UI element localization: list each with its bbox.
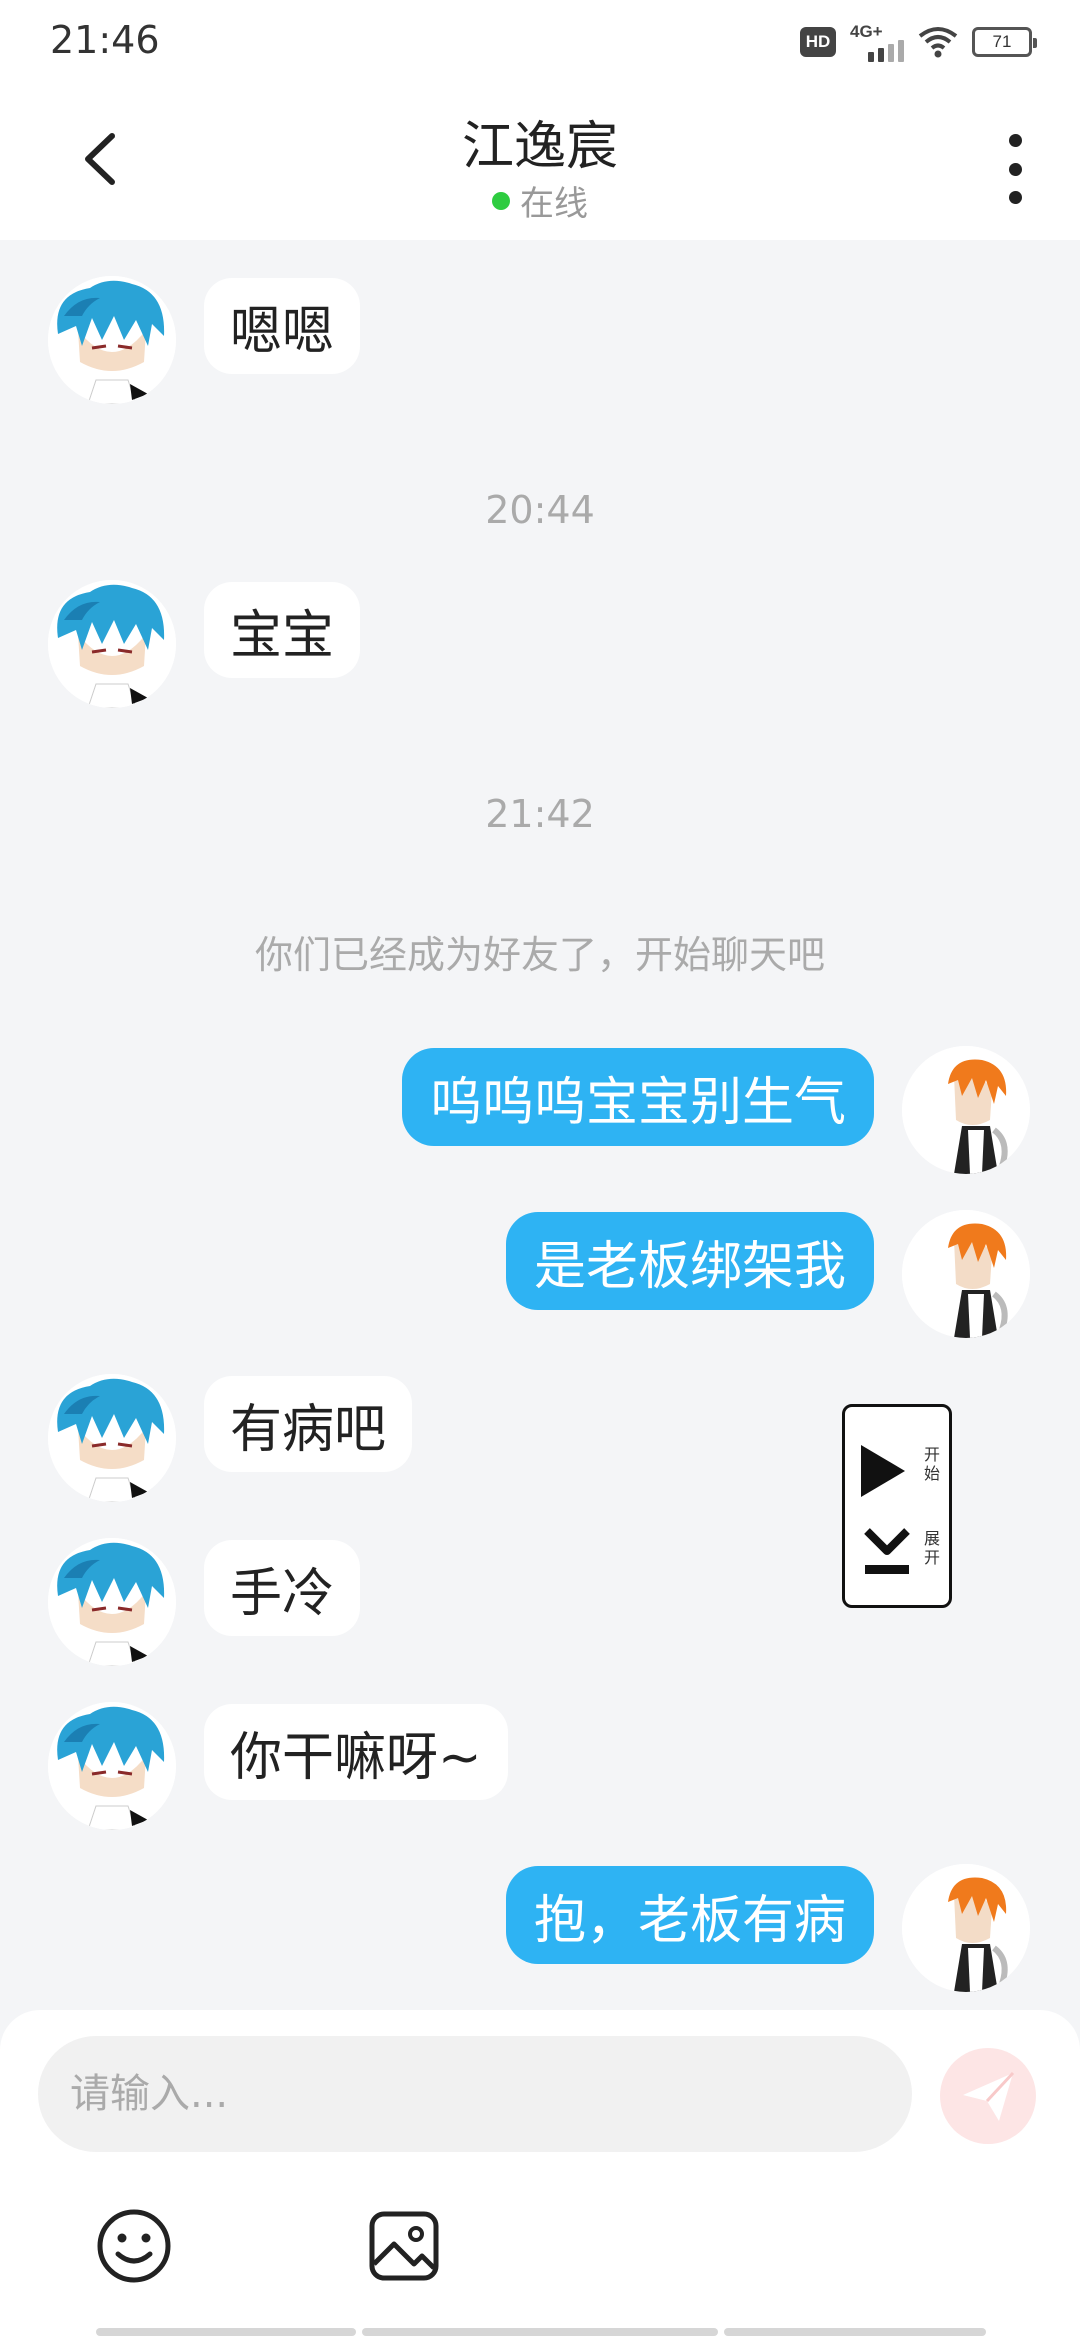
online-dot-icon — [492, 191, 510, 210]
message-row: 有病吧 — [48, 1374, 413, 1502]
contact-avatar[interactable] — [48, 1374, 176, 1502]
floating-widget[interactable]: 开始 展开 — [842, 1404, 952, 1608]
message-row: 是老板绑架我 — [505, 1210, 1030, 1338]
send-button[interactable] — [940, 2048, 1036, 2144]
chat-header: 江逸宸 在线 — [0, 84, 1080, 240]
message-bubble[interactable]: 呜呜呜宝宝别生气 — [401, 1048, 874, 1146]
send-icon — [963, 2071, 1015, 2121]
composer — [0, 2010, 1080, 2340]
hd-badge: HD — [800, 27, 836, 57]
contact-name: 江逸宸 — [461, 117, 618, 177]
collapse-down-icon[interactable] — [863, 1527, 911, 1579]
status-icons: HD 4G+ 71 — [800, 22, 1037, 62]
emoji-icon[interactable] — [94, 2206, 174, 2286]
expand-label: 展开 — [923, 1529, 940, 1567]
message-row: 手冷 — [48, 1538, 361, 1666]
image-icon[interactable] — [364, 2206, 444, 2286]
start-label: 开始 — [923, 1445, 940, 1483]
message-row: 抱，老板有病 — [505, 1864, 1030, 1992]
online-status: 在线 — [0, 176, 1080, 225]
message-bubble[interactable]: 宝宝 — [204, 582, 361, 678]
message-list[interactable]: 嗯嗯 20:44 宝宝 21:42 你们已经成为好友了，开始聊天吧 呜呜呜宝宝别… — [0, 240, 1080, 2010]
my-avatar[interactable] — [902, 1046, 1030, 1174]
my-avatar[interactable] — [902, 1210, 1030, 1338]
contact-avatar[interactable] — [48, 1538, 176, 1666]
nav-handle — [724, 2328, 986, 2336]
wifi-icon — [918, 27, 958, 58]
online-status-label: 在线 — [520, 184, 588, 224]
message-bubble[interactable]: 嗯嗯 — [204, 278, 361, 374]
message-row: 呜呜呜宝宝别生气 — [401, 1046, 1030, 1174]
nav-handle — [96, 2328, 356, 2336]
contact-avatar[interactable] — [48, 1702, 176, 1830]
message-row: 宝宝 — [48, 580, 361, 708]
contact-avatar[interactable] — [48, 276, 176, 404]
network-type: 4G+ — [850, 22, 883, 41]
message-bubble[interactable]: 是老板绑架我 — [505, 1212, 874, 1310]
message-timestamp: 21:42 — [485, 792, 595, 836]
message-input[interactable] — [38, 2036, 912, 2152]
message-bubble[interactable]: 有病吧 — [204, 1376, 413, 1472]
message-row: 嗯嗯 — [48, 276, 361, 404]
status-time: 21:46 — [50, 18, 160, 62]
my-avatar[interactable] — [902, 1864, 1030, 1992]
message-bubble[interactable]: 抱，老板有病 — [505, 1866, 874, 1964]
battery-icon: 71 — [972, 27, 1037, 57]
message-row: 你干嘛呀~ — [48, 1702, 508, 1830]
battery-level: 71 — [992, 32, 1012, 51]
nav-handle — [362, 2328, 718, 2336]
message-bubble[interactable]: 你干嘛呀~ — [204, 1704, 508, 1800]
system-message: 你们已经成为好友了，开始聊天吧 — [254, 933, 825, 977]
message-timestamp: 20:44 — [485, 488, 595, 532]
contact-avatar[interactable] — [48, 580, 176, 708]
message-bubble[interactable]: 手冷 — [204, 1540, 361, 1636]
status-bar: 21:46 HD 4G+ 71 — [0, 0, 1080, 84]
more-options-icon[interactable] — [1000, 134, 1030, 204]
play-icon[interactable] — [861, 1445, 905, 1497]
signal-icon: 4G+ — [850, 22, 904, 62]
